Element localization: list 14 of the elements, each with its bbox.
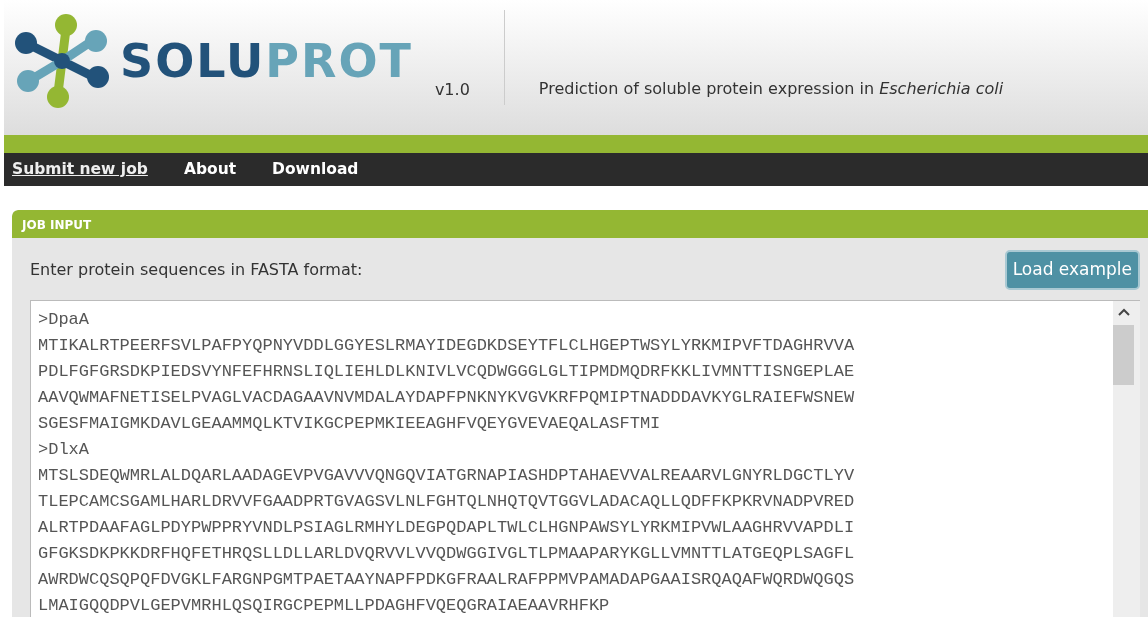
scroll-up-icon[interactable]	[1118, 307, 1130, 316]
nav-link[interactable]: Submit new job	[12, 157, 148, 182]
scrollbar[interactable]	[1113, 300, 1140, 617]
panel-title: JOB INPUT	[12, 210, 1148, 238]
sequence-field[interactable]: >DpaA MTIKALRTPEERFSVLPAFPYQPNYVDDLGGYESLRMAYIDEGDKDSEYTFLCLHGEPTWSYLYRKMIPVFTDAGHRVVA PDLFGFGRSDKPIEDSVYNFEFHRNSLIQLIEHLDLKNIVLVCQDWGGGLGLTIPMDMQDRFKKLIVMNTTISNGEPLAE AAVQWMAFNETISELPVAGLVACDAGAAVNVMDALAYDAPFPNKNYKVGVKRFPQMIPTNADDDAVKYGLRAIEFWSNEW SGESFMAIGMKDAVLGEAAMMQLKTVIKGCPEPMKIEEAGHFVQEYGVEVAEQALASFTMI >DlxA MTSLSDEQWMRLALDQARLAADAGEVPVGAVVVQNGQVIATGRNAPIASHDPTAHAEVVALREAARVLGNYRLDGCTLYV TLEPCAMCSGAMLHARLDRVVFGAADPRTGVAGSVLNLFGHTQLNHQTQVTGGVLADACAQLLQDFFKPKRVNADPVRED ALRTPDAAFAGLPDYPWPPRYVNDLPSIAGLRMHYLDEGPQDAPLTWLCLHGNPAWSYLYRKMIPVWLAAGHRVVAPDLI GFGKSDKPKKDRFHQFETHRQSLLDLLARLDVQRVVLVVQDWGGIVGLTLPMAAPARYKGLLVMNTTLATGEQPLSAGFL AWRDWCQSQPQFDVGKLFARGNPGMTPAETAAYNAPFPDKGFRAALRAFPPMVPAMADAPGAAISRQAQAFWQRDWQGQS LMAIGQQDPVLGEPVMRHLQSQIRGCPEPMLLPDAGHFVQEQGRAIAEAAVRHFKP	[30, 299, 1140, 617]
tagline: Prediction of soluble protein expression in Escherichia coli	[538, 78, 1004, 100]
logo-text: PROT	[265, 37, 413, 84]
load-example-button[interactable]: Load example	[1004, 250, 1140, 290]
version-label: v1.0	[434, 79, 470, 101]
nav-link[interactable]: About	[183, 157, 237, 182]
logo-text: SOLU	[120, 37, 266, 84]
scrollbar-thumb[interactable]	[1113, 324, 1134, 385]
field-label: Enter protein sequences in FASTA format:	[30, 258, 363, 281]
nav-link[interactable]: Download	[272, 157, 359, 182]
